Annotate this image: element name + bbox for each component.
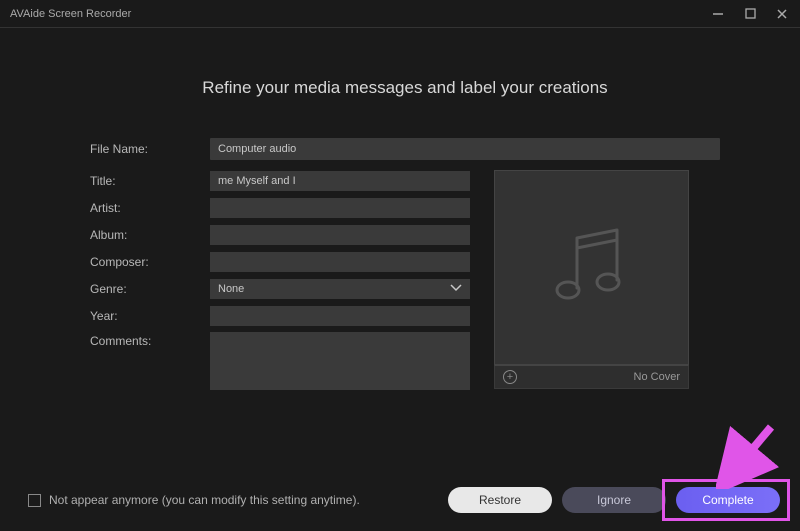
genre-select[interactable]: None (210, 279, 470, 299)
window-title: AVAide Screen Recorder (10, 8, 710, 20)
label-year: Year: (90, 309, 210, 323)
minimize-icon[interactable] (710, 6, 726, 22)
title-input[interactable] (210, 171, 470, 191)
page-heading: Refine your media messages and label you… (90, 78, 720, 98)
not-appear-checkbox[interactable] (28, 494, 41, 507)
close-icon[interactable] (774, 6, 790, 22)
restore-button[interactable]: Restore (448, 487, 552, 513)
cover-column: + No Cover (494, 170, 689, 395)
label-album: Album: (90, 228, 210, 242)
comments-input[interactable] (210, 332, 470, 390)
label-genre: Genre: (90, 282, 210, 296)
footer-bar: Not appear anymore (you can modify this … (28, 487, 780, 513)
window-controls (710, 6, 790, 22)
row-composer: Composer: (90, 251, 470, 273)
label-filename: File Name: (90, 142, 210, 156)
row-comments: Comments: (90, 332, 470, 390)
cover-footer: + No Cover (494, 365, 689, 389)
add-cover-icon[interactable]: + (503, 370, 517, 384)
row-title: Title: (90, 170, 470, 192)
label-comments: Comments: (90, 332, 210, 348)
row-filename: File Name: (90, 138, 720, 160)
music-note-icon (542, 218, 642, 318)
label-composer: Composer: (90, 255, 210, 269)
year-input[interactable] (210, 306, 470, 326)
chevron-down-icon (450, 284, 462, 295)
ignore-button[interactable]: Ignore (562, 487, 666, 513)
genre-value: None (218, 283, 244, 295)
cover-preview (494, 170, 689, 365)
row-artist: Artist: (90, 197, 470, 219)
maximize-icon[interactable] (742, 6, 758, 22)
complete-button[interactable]: Complete (676, 487, 780, 513)
row-album: Album: (90, 224, 470, 246)
artist-input[interactable] (210, 198, 470, 218)
album-input[interactable] (210, 225, 470, 245)
filename-input[interactable] (210, 138, 720, 160)
row-genre: Genre: None (90, 278, 470, 300)
not-appear-label: Not appear anymore (you can modify this … (49, 493, 438, 507)
content-area: Refine your media messages and label you… (0, 28, 800, 395)
titlebar: AVAide Screen Recorder (0, 0, 800, 28)
annotation-arrow-icon (716, 419, 786, 489)
label-artist: Artist: (90, 201, 210, 215)
composer-input[interactable] (210, 252, 470, 272)
no-cover-label: No Cover (634, 371, 680, 383)
label-title: Title: (90, 174, 210, 188)
row-year: Year: (90, 305, 470, 327)
